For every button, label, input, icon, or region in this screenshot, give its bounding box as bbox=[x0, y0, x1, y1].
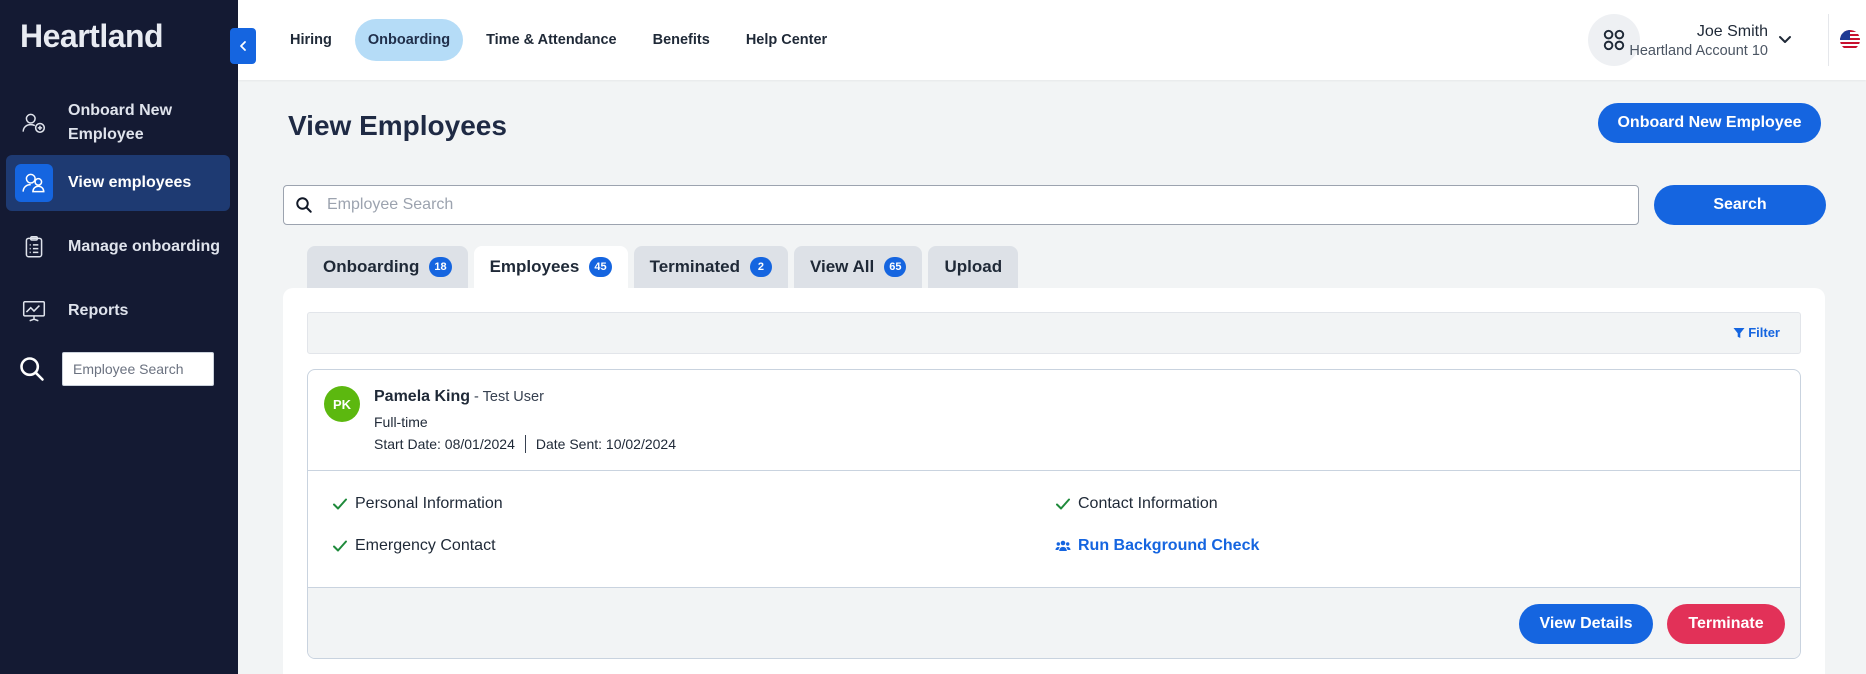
topnav-item-hiring[interactable]: Hiring bbox=[277, 19, 345, 61]
date-separator bbox=[524, 435, 526, 453]
avatar: PK bbox=[324, 386, 360, 422]
employment-type: Full-time bbox=[374, 414, 428, 430]
user-account: Heartland Account 10 bbox=[1629, 43, 1768, 59]
topnav-item-time-attendance[interactable]: Time & Attendance bbox=[473, 19, 630, 61]
sidebar-search bbox=[18, 352, 214, 386]
run-background-check-link[interactable]: Run Background Check bbox=[1055, 537, 1259, 555]
employee-role-separator: - bbox=[470, 389, 483, 405]
count-badge: 2 bbox=[749, 257, 772, 277]
filter-button[interactable]: Filter bbox=[1733, 325, 1780, 340]
employee-dates: Start Date: 08/01/2024 Date Sent: 10/02/… bbox=[374, 435, 676, 453]
presentation-chart-icon bbox=[15, 292, 53, 330]
search-icon bbox=[20, 357, 44, 381]
sidebar-search-input[interactable] bbox=[62, 352, 214, 386]
sidebar-item-label: Reports bbox=[68, 302, 129, 319]
tab-label: View All bbox=[809, 257, 875, 276]
heartland-logo[interactable]: Heartland bbox=[20, 18, 164, 55]
user-add-icon bbox=[15, 104, 53, 142]
checklist-item-personal-information: Personal Information bbox=[332, 495, 503, 513]
count-badge: 45 bbox=[589, 257, 612, 277]
top-nav: Hiring Onboarding Time & Attendance Bene… bbox=[277, 19, 850, 61]
topnav-item-benefits[interactable]: Benefits bbox=[640, 19, 723, 61]
tab-onboarding[interactable]: Onboarding 18 bbox=[307, 246, 468, 288]
employee-name-line: Pamela King - Test User bbox=[374, 388, 544, 406]
apps-grid-icon bbox=[1603, 29, 1625, 51]
checklist-item-emergency-contact: Emergency Contact bbox=[332, 537, 496, 555]
filter-label: Filter bbox=[1748, 325, 1780, 340]
sidebar-item-label: Manage onboarding bbox=[68, 238, 220, 255]
employee-name[interactable]: Pamela King bbox=[374, 388, 470, 405]
employee-search-box bbox=[283, 185, 1639, 225]
tab-label: Employees bbox=[489, 257, 580, 276]
topbar-divider bbox=[1828, 14, 1829, 66]
tab-label: Upload bbox=[944, 257, 1003, 276]
filter-icon bbox=[1733, 327, 1745, 338]
sidebar-item-onboard-new-employee[interactable]: Onboard New Employee bbox=[6, 94, 230, 152]
sidebar-item-view-employees[interactable]: View employees bbox=[6, 155, 230, 211]
employee-search-input[interactable] bbox=[327, 187, 1638, 223]
chevron-left-icon bbox=[240, 41, 246, 51]
employee-card-footer: View Details Terminate bbox=[308, 587, 1800, 658]
employees-panel: Filter PK Pamela King - Test User Full-t… bbox=[283, 288, 1825, 674]
users-icon bbox=[15, 164, 53, 202]
topnav-item-help-center[interactable]: Help Center bbox=[733, 19, 840, 61]
check-icon bbox=[1056, 498, 1070, 510]
search-button[interactable]: Search bbox=[1654, 185, 1826, 225]
tab-view-all[interactable]: View All 65 bbox=[793, 246, 923, 288]
top-bar: Hiring Onboarding Time & Attendance Bene… bbox=[238, 0, 1866, 80]
tab-label: Onboarding bbox=[323, 257, 420, 276]
users-group-icon bbox=[1055, 540, 1071, 551]
check-icon bbox=[333, 498, 347, 510]
count-badge: 18 bbox=[429, 257, 452, 277]
collapse-sidebar-button[interactable] bbox=[230, 28, 256, 64]
sidebar-item-reports[interactable]: Reports bbox=[6, 292, 230, 330]
tab-terminated[interactable]: Terminated 2 bbox=[633, 246, 788, 288]
chevron-down-icon bbox=[1779, 36, 1791, 43]
view-details-button[interactable]: View Details bbox=[1519, 604, 1653, 644]
user-name: Joe Smith bbox=[1696, 23, 1768, 40]
terminate-button[interactable]: Terminate bbox=[1667, 604, 1785, 644]
topnav-item-onboarding[interactable]: Onboarding bbox=[354, 19, 464, 61]
start-date: Start Date: 08/01/2024 bbox=[374, 436, 515, 452]
onboarding-checklist: Personal Information Contact Information… bbox=[308, 472, 1800, 568]
checklist-item-contact-information: Contact Information bbox=[1055, 495, 1218, 513]
check-icon bbox=[333, 540, 347, 552]
filter-bar: Filter bbox=[307, 312, 1801, 354]
employee-tabs: Onboarding 18 Employees 45 Terminated 2 … bbox=[307, 246, 1024, 288]
sidebar-item-manage-onboarding[interactable]: Manage onboarding bbox=[6, 218, 230, 276]
date-sent: Date Sent: 10/02/2024 bbox=[535, 436, 676, 452]
employee-card: PK Pamela King - Test User Full-time Sta… bbox=[307, 369, 1801, 659]
sidebar-item-label: Onboard New Employee bbox=[68, 102, 173, 143]
employee-card-header: PK Pamela King - Test User Full-time Sta… bbox=[308, 370, 1800, 471]
us-flag-icon[interactable] bbox=[1840, 30, 1860, 50]
sidebar-item-label: View employees bbox=[68, 174, 192, 191]
employee-role: Test User bbox=[482, 389, 544, 405]
tab-employees[interactable]: Employees 45 bbox=[473, 246, 628, 288]
clipboard-icon bbox=[15, 228, 53, 266]
tab-label: Terminated bbox=[649, 257, 740, 276]
user-menu[interactable]: Joe Smith Heartland Account 10 bbox=[1629, 22, 1810, 60]
page-title: View Employees bbox=[288, 110, 507, 141]
sidebar: Heartland Onboard New Employee View empl… bbox=[0, 0, 238, 674]
onboard-new-employee-button[interactable]: Onboard New Employee bbox=[1598, 103, 1821, 143]
search-icon bbox=[296, 197, 312, 213]
tab-upload[interactable]: Upload bbox=[928, 246, 1019, 288]
count-badge: 65 bbox=[884, 257, 907, 277]
